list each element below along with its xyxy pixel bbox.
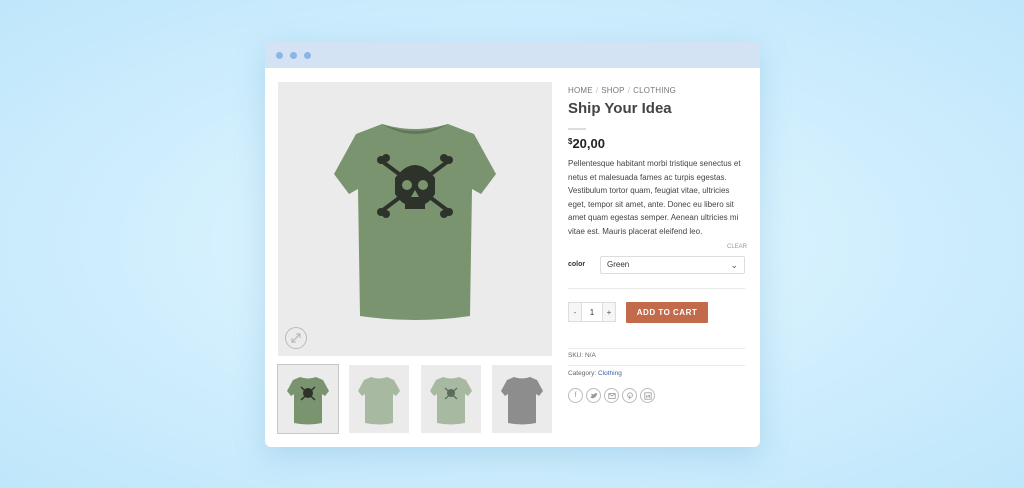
chevron-down-icon: ⌄ xyxy=(730,260,738,270)
category-link[interactable]: Clothing xyxy=(598,370,622,377)
product-description: Pellentesque habitant morbi tristique se… xyxy=(568,159,741,236)
zoom-icon xyxy=(291,333,301,343)
product-thumbnail[interactable] xyxy=(492,365,552,433)
product-thumbnail[interactable] xyxy=(421,365,481,433)
zoom-button[interactable] xyxy=(285,327,307,349)
email-icon[interactable] xyxy=(604,388,619,403)
tshirt-image xyxy=(334,124,496,320)
pinterest-icon[interactable] xyxy=(622,388,637,403)
add-to-cart-button[interactable]: ADD TO CART xyxy=(626,302,708,323)
color-select-value: Green xyxy=(607,260,630,269)
divider xyxy=(568,288,745,289)
title-divider xyxy=(568,128,586,130)
divider xyxy=(568,348,745,349)
price-currency: $ xyxy=(568,137,573,146)
breadcrumb: HOME / SHOP / CLOTHING xyxy=(568,86,676,95)
quantity-input[interactable]: 1 xyxy=(581,303,603,321)
category-meta: Category: Clothing xyxy=(568,370,622,377)
clear-link[interactable]: CLEAR xyxy=(727,244,747,250)
product-thumbnail[interactable] xyxy=(349,365,409,433)
quantity-stepper[interactable]: - 1 + xyxy=(568,302,616,322)
breadcrumb-category[interactable]: CLOTHING xyxy=(633,86,676,95)
breadcrumb-separator: / xyxy=(627,86,631,95)
window-dot[interactable] xyxy=(304,52,311,59)
breadcrumb-separator: / xyxy=(595,86,599,95)
color-select[interactable]: Green ⌄ xyxy=(600,256,745,274)
sku-text: SKU: N/A xyxy=(568,352,596,359)
window-dot[interactable] xyxy=(290,52,297,59)
linkedin-icon[interactable] xyxy=(640,388,655,403)
breadcrumb-shop[interactable]: SHOP xyxy=(601,86,624,95)
divider xyxy=(568,365,745,366)
quantity-plus-button[interactable]: + xyxy=(603,303,615,321)
product-price: $20,00 xyxy=(568,136,605,151)
color-label: color xyxy=(568,261,586,268)
browser-window: HOME / SHOP / CLOTHING Ship Your Idea $20,00… xyxy=(265,42,760,447)
product-thumbnail[interactable] xyxy=(277,364,339,434)
price-amount: 20,00 xyxy=(572,136,605,151)
product-title: Ship Your Idea xyxy=(568,100,672,117)
twitter-icon[interactable] xyxy=(586,388,601,403)
window-dot[interactable] xyxy=(276,52,283,59)
share-icons: f xyxy=(568,388,655,403)
window-titlebar xyxy=(265,42,760,68)
breadcrumb-home[interactable]: HOME xyxy=(568,86,593,95)
quantity-minus-button[interactable]: - xyxy=(569,303,581,321)
facebook-icon[interactable]: f xyxy=(568,388,583,403)
product-main-image[interactable] xyxy=(278,82,552,356)
category-prefix: Category: xyxy=(568,370,597,377)
